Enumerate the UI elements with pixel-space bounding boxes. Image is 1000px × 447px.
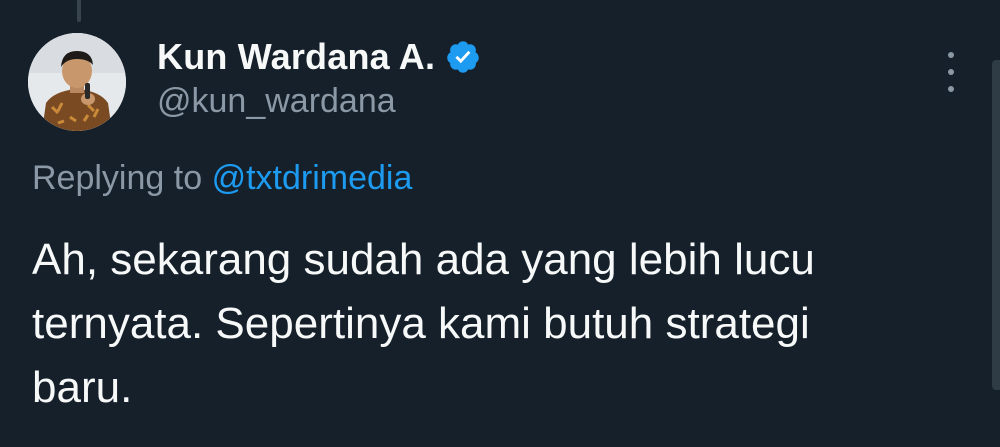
reply-mention-link[interactable]: @txtdrimedia: [212, 159, 413, 197]
avatar-photo: [28, 33, 126, 131]
reply-prefix: Replying to: [32, 159, 203, 197]
vertical-ellipsis-icon: [948, 52, 954, 58]
tweet-text: Ah, sekarang sudah ada yang lebih lucu t…: [32, 235, 815, 412]
more-options-button[interactable]: [936, 52, 966, 92]
author-name-row[interactable]: Kun Wardana A.: [157, 36, 481, 78]
scrollbar[interactable]: [992, 60, 1000, 390]
verified-badge-icon: [447, 41, 479, 73]
author-display-name[interactable]: Kun Wardana A.: [157, 36, 435, 78]
reply-context: Replying to @txtdrimedia: [32, 159, 412, 198]
author-handle[interactable]: @kun_wardana: [157, 82, 396, 121]
thread-connector-line: [77, 0, 81, 22]
avatar[interactable]: [28, 33, 126, 131]
